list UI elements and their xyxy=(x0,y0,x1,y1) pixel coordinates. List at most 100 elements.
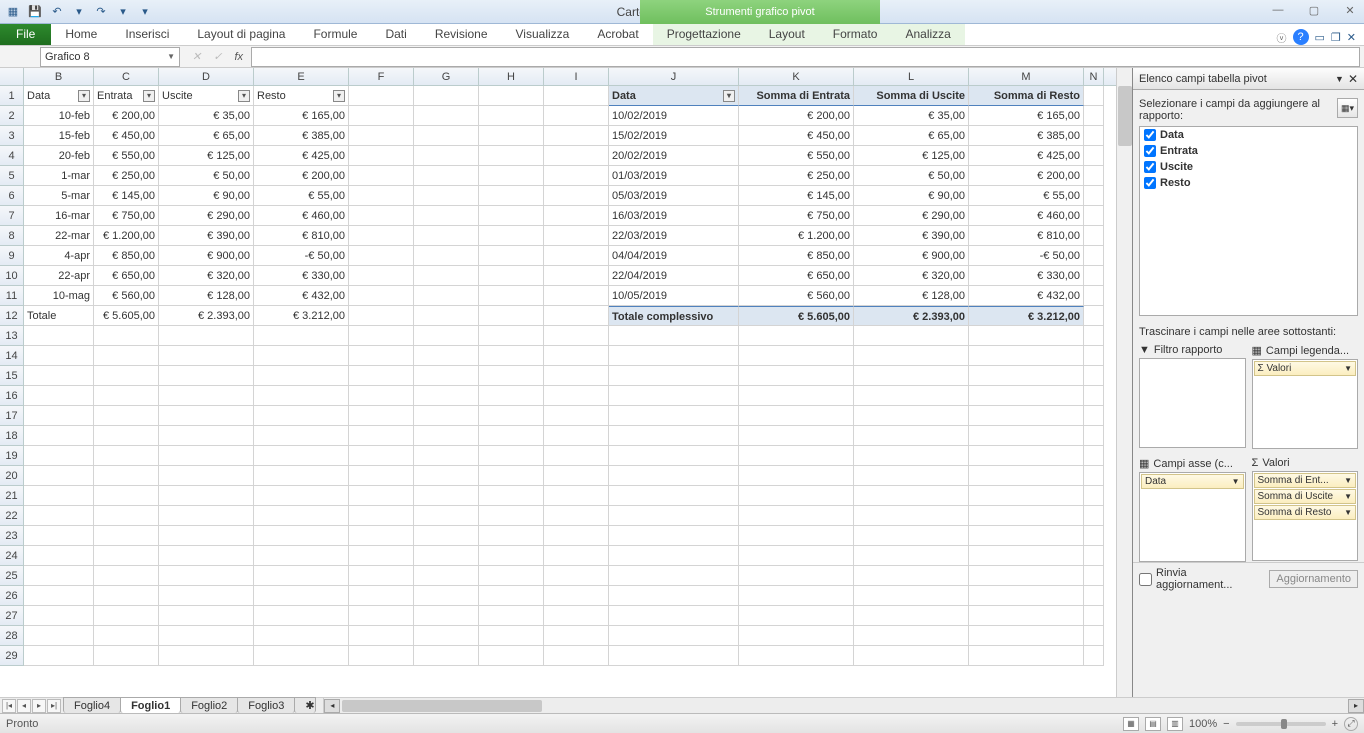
area-legend-box[interactable]: Σ Valori▼ xyxy=(1252,359,1359,449)
cell[interactable] xyxy=(544,606,609,626)
restore-window-icon[interactable]: ❐ xyxy=(1331,31,1341,44)
cell[interactable] xyxy=(1084,506,1104,526)
cell[interactable]: € 145,00 xyxy=(739,186,854,206)
cell[interactable]: € 2.393,00 xyxy=(159,306,254,326)
col-header-H[interactable]: H xyxy=(479,68,544,85)
name-box[interactable]: Grafico 8 ▼ xyxy=(40,47,180,67)
cell[interactable] xyxy=(254,506,349,526)
cell[interactable] xyxy=(854,326,969,346)
file-tab[interactable]: File xyxy=(0,23,51,45)
cell[interactable] xyxy=(24,626,94,646)
cell[interactable] xyxy=(349,426,414,446)
cell[interactable]: € 165,00 xyxy=(969,106,1084,126)
help-icon[interactable]: ? xyxy=(1293,29,1309,45)
cell[interactable]: Entrata▾ xyxy=(94,86,159,106)
row-header[interactable]: 13 xyxy=(0,326,24,346)
cell[interactable] xyxy=(349,146,414,166)
close-button[interactable]: ✕ xyxy=(1340,0,1360,20)
cell[interactable]: € 65,00 xyxy=(159,126,254,146)
cell[interactable] xyxy=(24,566,94,586)
cell[interactable]: 4-apr xyxy=(24,246,94,266)
col-header-C[interactable]: C xyxy=(94,68,159,85)
cell[interactable]: € 200,00 xyxy=(94,106,159,126)
cell[interactable]: 1-mar xyxy=(24,166,94,186)
cell[interactable]: Somma di Entrata xyxy=(739,86,854,106)
cell[interactable]: € 1.200,00 xyxy=(94,226,159,246)
cell[interactable] xyxy=(544,106,609,126)
cell[interactable] xyxy=(544,266,609,286)
cell[interactable] xyxy=(24,526,94,546)
cell[interactable]: € 425,00 xyxy=(254,146,349,166)
vertical-scroll-thumb[interactable] xyxy=(1118,86,1132,146)
qat-customize-icon[interactable]: ▾ xyxy=(136,3,154,21)
cell[interactable] xyxy=(479,286,544,306)
row-header[interactable]: 15 xyxy=(0,366,24,386)
field-resto[interactable]: Resto xyxy=(1140,175,1357,191)
cell[interactable] xyxy=(479,366,544,386)
cell[interactable] xyxy=(479,546,544,566)
cell[interactable]: 01/03/2019 xyxy=(609,166,739,186)
field-entrata[interactable]: Entrata xyxy=(1140,143,1357,159)
cell[interactable] xyxy=(24,466,94,486)
chevron-down-icon[interactable]: ▼ xyxy=(1344,508,1352,517)
cell[interactable] xyxy=(1084,646,1104,666)
cell[interactable] xyxy=(349,326,414,346)
zoom-slider-thumb[interactable] xyxy=(1281,719,1287,729)
cell[interactable] xyxy=(414,126,479,146)
cell[interactable]: € 425,00 xyxy=(969,146,1084,166)
cell[interactable] xyxy=(94,326,159,346)
cell[interactable] xyxy=(254,586,349,606)
cell[interactable] xyxy=(159,326,254,346)
cell[interactable]: 16/03/2019 xyxy=(609,206,739,226)
row-header[interactable]: 16 xyxy=(0,386,24,406)
chevron-down-icon[interactable]: ▼ xyxy=(1344,492,1352,501)
cell[interactable] xyxy=(739,386,854,406)
cell[interactable] xyxy=(479,426,544,446)
cell[interactable] xyxy=(1084,386,1104,406)
cell[interactable] xyxy=(1084,406,1104,426)
area-axis-box[interactable]: Data▼ xyxy=(1139,472,1246,562)
cell[interactable] xyxy=(254,326,349,346)
cell[interactable]: € 900,00 xyxy=(854,246,969,266)
cell[interactable] xyxy=(969,566,1084,586)
cell[interactable]: -€ 50,00 xyxy=(969,246,1084,266)
row-header[interactable]: 23 xyxy=(0,526,24,546)
cell[interactable] xyxy=(479,246,544,266)
cell[interactable] xyxy=(94,346,159,366)
cell[interactable]: € 55,00 xyxy=(254,186,349,206)
cell[interactable] xyxy=(544,346,609,366)
cell[interactable] xyxy=(414,306,479,326)
fullscreen-icon[interactable]: ⤢ xyxy=(1344,717,1358,731)
cell[interactable] xyxy=(24,486,94,506)
cell[interactable] xyxy=(544,386,609,406)
row-header[interactable]: 1 xyxy=(0,86,24,106)
hscroll-right[interactable]: ▸ xyxy=(1348,699,1364,713)
cell[interactable] xyxy=(609,406,739,426)
col-header-G[interactable]: G xyxy=(414,68,479,85)
fx-icon[interactable]: fx xyxy=(230,51,247,63)
cell[interactable] xyxy=(544,206,609,226)
cell[interactable] xyxy=(969,386,1084,406)
cell[interactable] xyxy=(94,526,159,546)
cell[interactable] xyxy=(854,366,969,386)
field-uscite[interactable]: Uscite xyxy=(1140,159,1357,175)
cell[interactable]: € 3.212,00 xyxy=(969,306,1084,326)
cell[interactable] xyxy=(1084,106,1104,126)
cell[interactable]: 16-mar xyxy=(24,206,94,226)
field-list-dropdown-icon[interactable]: ▼ xyxy=(1335,74,1344,84)
cell[interactable] xyxy=(609,586,739,606)
cell[interactable] xyxy=(854,426,969,446)
cell[interactable] xyxy=(414,446,479,466)
cell[interactable] xyxy=(479,486,544,506)
cell[interactable] xyxy=(159,586,254,606)
cell[interactable] xyxy=(414,226,479,246)
cell[interactable] xyxy=(159,486,254,506)
cell[interactable] xyxy=(414,246,479,266)
cell[interactable]: 22-mar xyxy=(24,226,94,246)
col-header-M[interactable]: M xyxy=(969,68,1084,85)
cell[interactable]: Totale xyxy=(24,306,94,326)
cell[interactable] xyxy=(969,366,1084,386)
cell[interactable] xyxy=(544,306,609,326)
cell[interactable] xyxy=(159,366,254,386)
cell[interactable] xyxy=(94,426,159,446)
